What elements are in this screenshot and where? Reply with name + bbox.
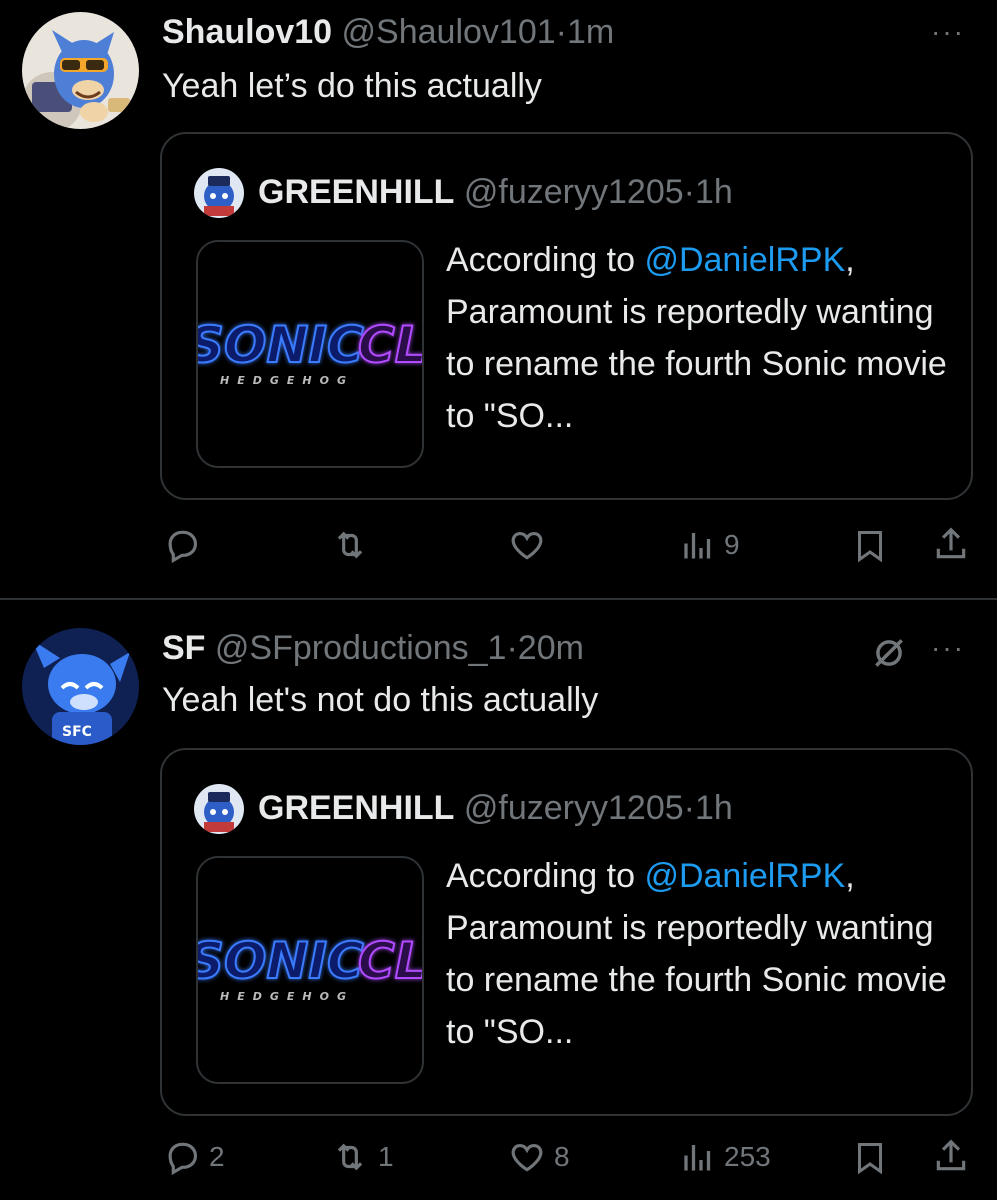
like-count: 8 (554, 1141, 570, 1172)
quoted-avatar (194, 784, 244, 834)
thumb-logo-2: CL (358, 316, 422, 374)
reply-icon (168, 530, 198, 564)
share-icon (936, 1139, 966, 1171)
bookmark-button[interactable] (852, 526, 888, 566)
more-icon[interactable]: ··· (931, 632, 965, 664)
quoted-media-thumbnail[interactable]: SONIC CL HEDGEHOG (196, 856, 424, 1084)
separator: · (555, 13, 567, 51)
handle[interactable]: @Shaulov101 (342, 13, 556, 51)
reply-icon (168, 1142, 198, 1176)
tweet-text: Yeah let's not do this actually (162, 681, 599, 719)
svg-text:SFC: SFC (62, 724, 92, 740)
repost-button[interactable]: 1 (330, 1138, 394, 1176)
mention-link[interactable]: @DanielRPK (644, 241, 845, 279)
bookmark-icon (858, 531, 882, 563)
like-icon (511, 532, 543, 560)
repost-icon (337, 1143, 363, 1171)
quoted-text: According to @DanielRPK, Paramount is re… (446, 234, 956, 442)
views-icon (684, 533, 711, 559)
quoted-tweet[interactable]: GREENHILL @fuzeryy1205·1h SONIC CL HEDGE… (160, 132, 973, 500)
bookmark-icon (858, 1143, 882, 1175)
quoted-header: GREENHILL @fuzeryy1205·1h (258, 172, 733, 212)
like-icon (511, 1144, 543, 1172)
views-button[interactable]: 9 (680, 526, 740, 564)
like-button[interactable] (508, 526, 554, 564)
share-button[interactable] (932, 1136, 970, 1176)
reply-count: 2 (209, 1141, 225, 1172)
share-button[interactable] (932, 524, 970, 564)
tweet-text: Yeah let’s do this actually (162, 67, 542, 105)
separator: · (683, 789, 695, 827)
avatar[interactable] (22, 12, 139, 129)
reply-button[interactable] (163, 526, 209, 564)
quoted-handle[interactable]: @fuzeryy1205 (464, 173, 684, 211)
share-icon (936, 527, 966, 559)
thumb-sub: HEDGEHOG (220, 990, 354, 1003)
quoted-text-before: According to (446, 857, 645, 895)
views-count: 9 (724, 529, 740, 560)
separator: · (683, 173, 695, 211)
bookmark-button[interactable] (852, 1138, 888, 1178)
like-button[interactable]: 8 (508, 1138, 570, 1176)
avatar-image: SFC (22, 628, 139, 745)
more-icon[interactable]: ··· (931, 16, 965, 48)
timestamp[interactable]: 1m (567, 13, 614, 51)
quoted-handle[interactable]: @fuzeryy1205 (464, 789, 684, 827)
quoted-text-before: According to (446, 241, 645, 279)
handle[interactable]: @SFproductions_1 (215, 629, 507, 667)
repost-button[interactable] (330, 526, 378, 564)
action-bar: 9 (0, 518, 997, 578)
views-icon (684, 1145, 711, 1171)
quoted-text: According to @DanielRPK, Paramount is re… (446, 850, 956, 1058)
quoted-display-name[interactable]: GREENHILL (258, 789, 454, 827)
thumb-logo: SONIC (198, 316, 364, 374)
quoted-header: GREENHILL @fuzeryy1205·1h (258, 788, 733, 828)
views-count: 253 (724, 1141, 771, 1172)
quoted-display-name[interactable]: GREENHILL (258, 173, 454, 211)
repost-icon (337, 531, 363, 559)
grok-icon[interactable] (870, 634, 908, 672)
tweet-header: SF @SFproductions_1·20m (162, 628, 584, 668)
repost-count: 1 (378, 1141, 394, 1172)
avatar-image (22, 12, 139, 129)
timestamp[interactable]: 20m (518, 629, 584, 667)
display-name[interactable]: SF (162, 629, 205, 667)
thumb-sub: HEDGEHOG (220, 374, 354, 387)
avatar[interactable]: SFC (22, 628, 139, 745)
quoted-timestamp[interactable]: 1h (695, 173, 733, 211)
quoted-tweet[interactable]: GREENHILL @fuzeryy1205·1h SONIC CL HEDGE… (160, 748, 973, 1116)
views-button[interactable]: 253 (680, 1138, 771, 1176)
tweet-1[interactable]: Shaulov10 @Shaulov101·1m ··· Yeah let’s … (0, 0, 997, 598)
quoted-avatar (194, 168, 244, 218)
quoted-media-thumbnail[interactable]: SONIC CL HEDGEHOG (196, 240, 424, 468)
reply-button[interactable]: 2 (163, 1138, 225, 1176)
mention-link[interactable]: @DanielRPK (644, 857, 845, 895)
quoted-timestamp[interactable]: 1h (695, 789, 733, 827)
action-bar: 2 1 8 253 (0, 1130, 997, 1190)
thumb-logo: SONIC (198, 932, 364, 990)
thumb-logo-2: CL (358, 932, 422, 990)
tweet-2[interactable]: SFC SF @SFproductions_1·20m ··· Yeah let… (0, 600, 997, 1200)
display-name[interactable]: Shaulov10 (162, 13, 332, 51)
tweet-header: Shaulov10 @Shaulov101·1m (162, 12, 614, 52)
separator: · (506, 629, 518, 667)
